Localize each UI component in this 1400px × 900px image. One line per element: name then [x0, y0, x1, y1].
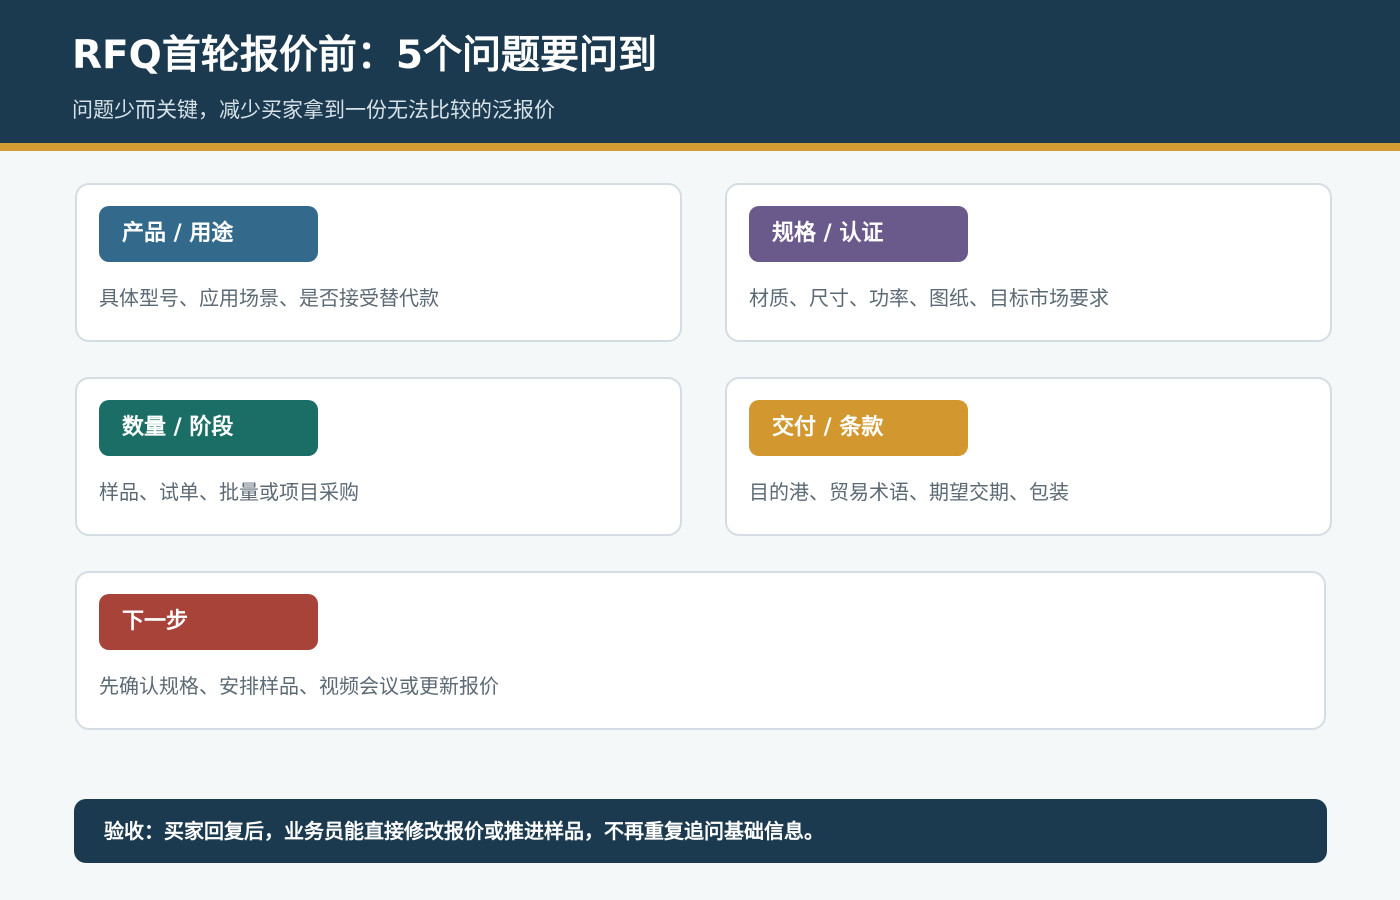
card-product-usage: 产品 / 用途 具体型号、应用场景、是否接受替代款 [75, 183, 682, 342]
acceptance-banner: 验收：买家回复后，业务员能直接修改报价或推进样品，不再重复追问基础信息。 [74, 799, 1327, 863]
card-label-badge: 规格 / 认证 [749, 206, 968, 262]
acceptance-text: 验收：买家回复后，业务员能直接修改报价或推进样品，不再重复追问基础信息。 [104, 819, 824, 843]
card-quantity-stage: 数量 / 阶段 样品、试单、批量或项目采购 [75, 377, 682, 536]
card-label-badge: 数量 / 阶段 [99, 400, 318, 456]
card-description: 具体型号、应用场景、是否接受替代款 [99, 286, 439, 310]
card-delivery-terms: 交付 / 条款 目的港、贸易术语、期望交期、包装 [725, 377, 1332, 536]
card-label-badge: 下一步 [99, 594, 318, 650]
card-label-badge: 产品 / 用途 [99, 206, 318, 262]
header-banner: RFQ首轮报价前：5个问题要问到 问题少而关键，减少买家拿到一份无法比较的泛报价 [0, 0, 1400, 143]
card-label-badge: 交付 / 条款 [749, 400, 968, 456]
card-description: 样品、试单、批量或项目采购 [99, 480, 359, 504]
card-description: 材质、尺寸、功率、图纸、目标市场要求 [749, 286, 1109, 310]
page-title: RFQ首轮报价前：5个问题要问到 [72, 33, 657, 78]
page-subtitle: 问题少而关键，减少买家拿到一份无法比较的泛报价 [72, 98, 555, 122]
card-spec-certification: 规格 / 认证 材质、尺寸、功率、图纸、目标市场要求 [725, 183, 1332, 342]
card-description: 先确认规格、安排样品、视频会议或更新报价 [99, 674, 499, 698]
card-next-step: 下一步 先确认规格、安排样品、视频会议或更新报价 [75, 571, 1326, 730]
header-accent-rule [0, 143, 1400, 151]
card-description: 目的港、贸易术语、期望交期、包装 [749, 480, 1069, 504]
